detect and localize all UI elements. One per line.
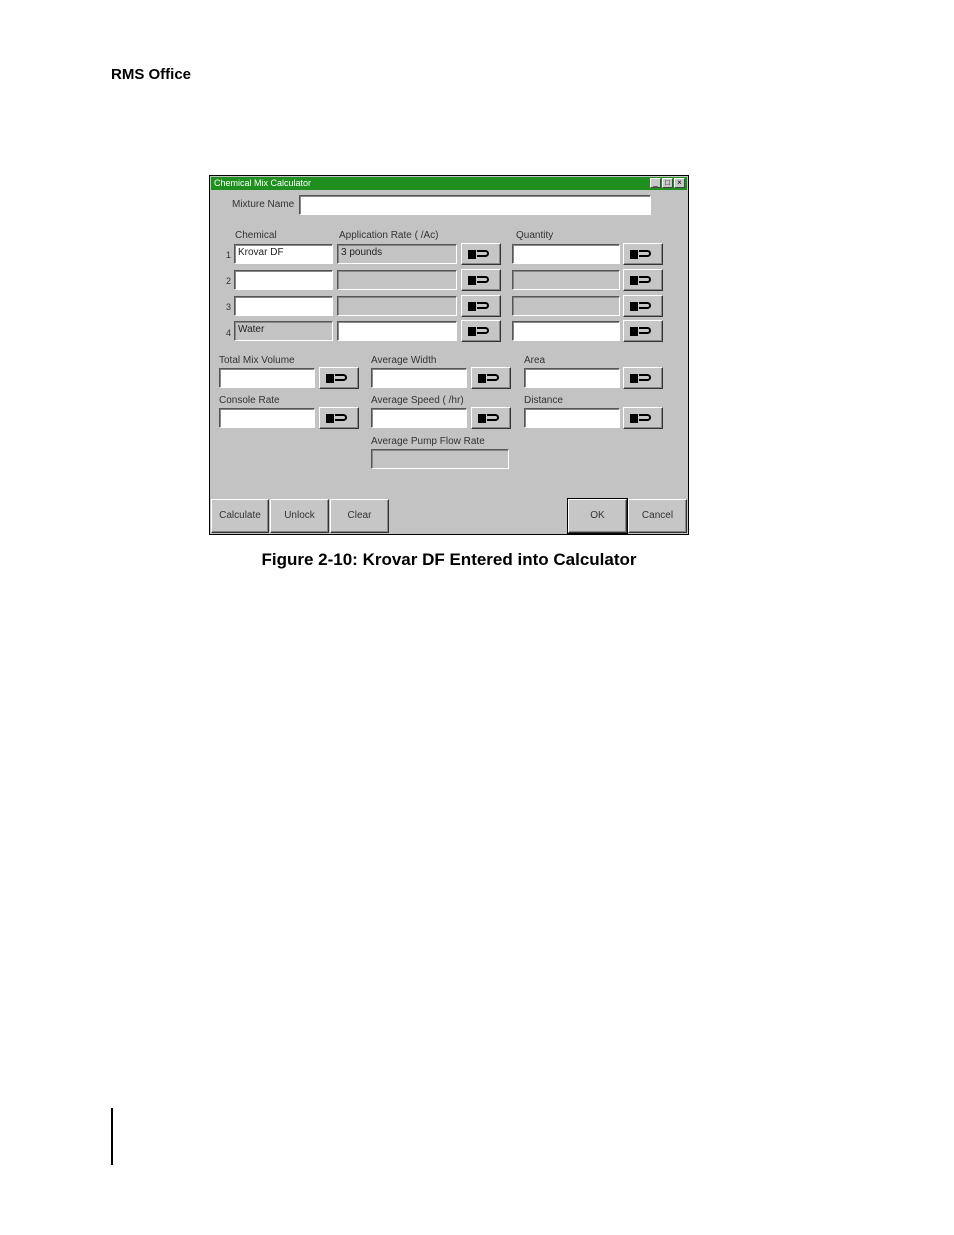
lock-square-icon	[468, 250, 476, 259]
lock-square-icon	[630, 276, 638, 285]
average-pump-flow-rate-field	[371, 449, 509, 469]
lock-shackle-icon	[335, 374, 347, 381]
row-number: 4	[226, 328, 232, 338]
row-number: 2	[226, 276, 232, 286]
calculate-button[interactable]: Calculate	[211, 499, 269, 533]
margin-rule	[111, 1108, 113, 1165]
chemical-field-4: Water	[234, 321, 333, 341]
distance-label: Distance	[524, 395, 563, 406]
lock-button-rate-4[interactable]	[461, 320, 501, 342]
lock-button-average-speed[interactable]	[471, 407, 511, 429]
lock-button-average-width[interactable]	[471, 367, 511, 389]
mixture-name-input[interactable]	[299, 195, 651, 215]
lock-square-icon	[468, 302, 476, 311]
lock-square-icon	[326, 374, 334, 383]
lock-shackle-icon	[639, 414, 651, 421]
lock-shackle-icon	[639, 276, 651, 283]
area-label: Area	[524, 355, 546, 366]
lock-button-rate-1[interactable]	[461, 243, 501, 265]
unlock-button[interactable]: Unlock	[270, 499, 329, 533]
ok-button[interactable]: OK	[567, 498, 628, 534]
application-rate-field-1[interactable]: 3 pounds	[337, 244, 457, 264]
quantity-input-1[interactable]	[512, 244, 620, 264]
lock-button-quantity-2[interactable]	[623, 269, 663, 291]
total-mix-volume-input[interactable]	[219, 368, 315, 388]
average-speed-label: Average Speed ( /hr)	[371, 395, 464, 406]
average-pump-flow-rate-label: Average Pump Flow Rate	[371, 436, 485, 447]
lock-shackle-icon	[487, 374, 499, 381]
application-rate-column-header: Application Rate ( /Ac)	[339, 230, 439, 241]
lock-button-rate-3[interactable]	[461, 295, 501, 317]
figure-caption: Figure 2-10: Krovar DF Entered into Calc…	[261, 550, 637, 569]
lock-square-icon	[468, 327, 476, 336]
window-title: Chemical Mix Calculator	[214, 178, 312, 188]
average-width-input[interactable]	[371, 368, 467, 388]
lock-shackle-icon	[487, 414, 499, 421]
chemical-input-1[interactable]: Krovar DF	[234, 244, 333, 264]
close-button[interactable]: ×	[674, 178, 685, 188]
lock-button-quantity-4[interactable]	[623, 320, 663, 342]
average-width-label: Average Width	[371, 355, 437, 366]
lock-square-icon	[478, 414, 486, 423]
lock-square-icon	[478, 374, 486, 383]
area-input[interactable]	[524, 368, 620, 388]
lock-square-icon	[468, 276, 476, 285]
lock-shackle-icon	[639, 250, 651, 257]
lock-shackle-icon	[639, 302, 651, 309]
lock-square-icon	[630, 250, 638, 259]
chemical-column-header: Chemical	[235, 230, 277, 241]
cancel-button[interactable]: Cancel	[628, 499, 687, 533]
lock-shackle-icon	[477, 327, 489, 334]
average-speed-input[interactable]	[371, 408, 467, 428]
lock-shackle-icon	[639, 327, 651, 334]
lock-button-distance[interactable]	[623, 407, 663, 429]
page-header: RMS Office	[111, 66, 192, 83]
lock-square-icon	[630, 302, 638, 311]
application-rate-field-3[interactable]	[337, 296, 457, 316]
lock-shackle-icon	[639, 374, 651, 381]
quantity-column-header: Quantity	[516, 230, 554, 241]
chemical-input-3[interactable]	[234, 296, 333, 316]
console-rate-label: Console Rate	[219, 395, 280, 406]
application-rate-field-2[interactable]	[337, 270, 457, 290]
lock-button-quantity-3[interactable]	[623, 295, 663, 317]
lock-button-area[interactable]	[623, 367, 663, 389]
total-mix-volume-label: Total Mix Volume	[219, 355, 295, 366]
lock-shackle-icon	[477, 276, 489, 283]
clear-button[interactable]: Clear	[330, 499, 389, 533]
lock-square-icon	[630, 327, 638, 336]
quantity-field-2[interactable]	[512, 270, 620, 290]
lock-shackle-icon	[477, 302, 489, 309]
maximize-button[interactable]: □	[662, 178, 673, 188]
title-bar[interactable]: Chemical Mix Calculator _ □ ×	[211, 177, 687, 190]
row-number: 3	[226, 302, 232, 312]
lock-shackle-icon	[477, 250, 489, 257]
lock-button-rate-2[interactable]	[461, 269, 501, 291]
lock-square-icon	[630, 374, 638, 383]
lock-button-quantity-1[interactable]	[623, 243, 663, 265]
application-rate-input-4[interactable]	[337, 321, 457, 341]
lock-button-total-mix-volume[interactable]	[319, 367, 359, 389]
lock-shackle-icon	[335, 414, 347, 421]
distance-input[interactable]	[524, 408, 620, 428]
quantity-field-3[interactable]	[512, 296, 620, 316]
chemical-input-2[interactable]	[234, 270, 333, 290]
lock-square-icon	[630, 414, 638, 423]
lock-square-icon	[326, 414, 334, 423]
row-number: 1	[226, 250, 232, 260]
console-rate-input[interactable]	[219, 408, 315, 428]
lock-button-console-rate[interactable]	[319, 407, 359, 429]
mixture-name-label: Mixture Name	[232, 199, 295, 210]
chemical-mix-calculator-dialog: Chemical Mix Calculator _ □ × Mixture Na…	[209, 175, 689, 535]
minimize-button[interactable]: _	[650, 178, 661, 188]
quantity-input-4[interactable]	[512, 321, 620, 341]
